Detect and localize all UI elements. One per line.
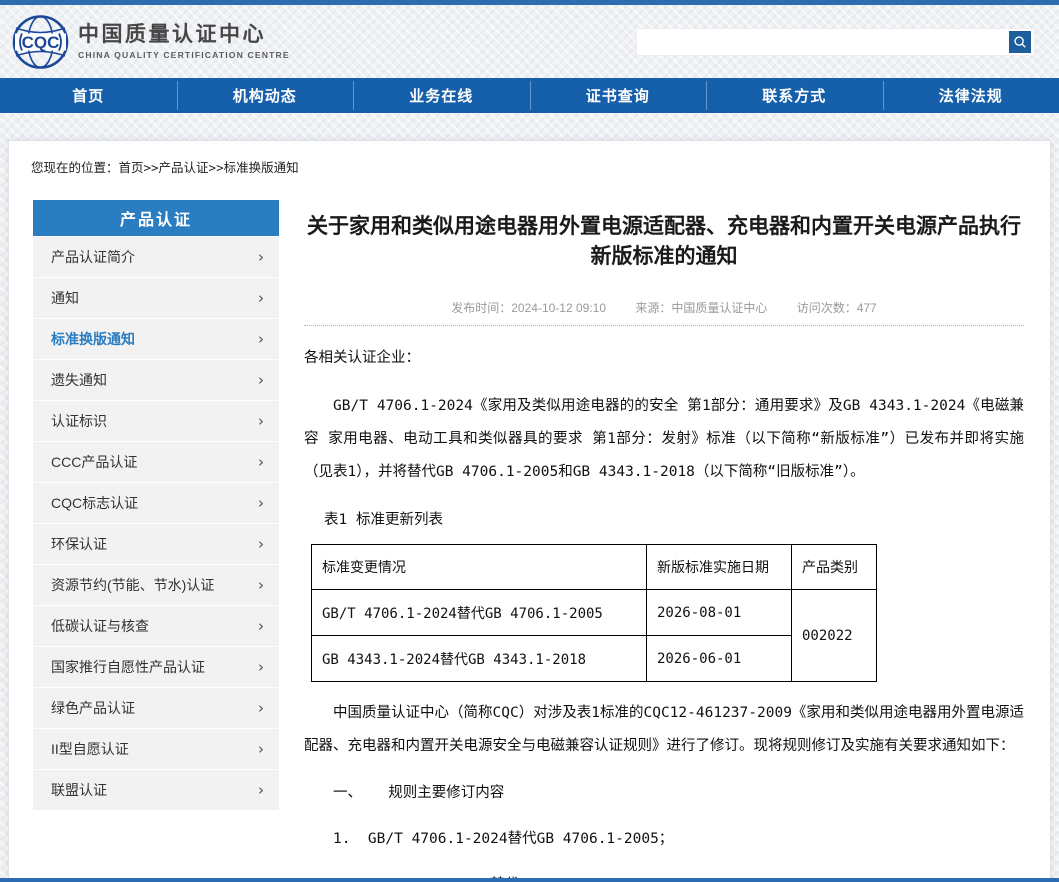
sidebar-item-cqc-mark-cert[interactable]: CQC标志认证› (33, 483, 279, 523)
source: 来源：中国质量认证中心 (635, 301, 767, 315)
sidebar-item-standard-change-notices[interactable]: 标准换版通知› (33, 319, 279, 359)
cell-category: 002022 (792, 590, 877, 682)
sidebar-item-type2-voluntary-cert[interactable]: II型自愿认证› (33, 729, 279, 769)
nav-item-certificate-query[interactable]: 证书查询 (530, 78, 707, 113)
chevron-right-icon: › (258, 248, 264, 266)
sidebar-item-green-product-cert[interactable]: 绿色产品认证› (33, 688, 279, 728)
sidebar-item-national-voluntary-cert[interactable]: 国家推行自愿性产品认证› (33, 647, 279, 687)
list-item-1: 1. GB/T 4706.1-2024替代GB 4706.1-2005； (304, 823, 1024, 856)
sidebar-item-environmental-cert[interactable]: 环保认证› (33, 524, 279, 564)
sidebar-item-resource-saving-cert[interactable]: 资源节约(节能、节水)认证› (33, 565, 279, 605)
table-header-row: 标准变更情况 新版标准实施日期 产品类别 (312, 545, 877, 590)
logo-title-en: CHINA QUALITY CERTIFICATION CENTRE (78, 50, 290, 60)
standard-update-table: 标准变更情况 新版标准实施日期 产品类别 GB/T 4706.1-2024替代G… (311, 544, 877, 682)
site-header: CQC 中国质量认证中心 CHINA QUALITY CERTIFICATION… (0, 5, 1059, 78)
sidebar-item-product-cert-intro[interactable]: 产品认证简介› (33, 237, 279, 277)
sidebar-item-loss-notices[interactable]: 遗失通知› (33, 360, 279, 400)
article: 关于家用和类似用途电器用外置电源适配器、充电器和内置开关电源产品执行新版标准的通… (279, 200, 1044, 882)
table-caption: 表1 标准更新列表 (324, 510, 1024, 530)
salutation: 各相关认证企业： (304, 342, 1024, 375)
nav-item-contact[interactable]: 联系方式 (706, 78, 883, 113)
content-columns: 产品认证 产品认证简介› 通知› 标准换版通知› 遗失通知› 认证标识› CCC… (9, 200, 1050, 882)
chevron-right-icon: › (258, 371, 264, 389)
sidebar-header: 产品认证 (33, 200, 279, 236)
logo-title-cn: 中国质量认证中心 (78, 23, 290, 47)
chevron-right-icon: › (258, 617, 264, 635)
sidebar-item-certification-marks[interactable]: 认证标识› (33, 401, 279, 441)
cell-change-2: GB 4343.1-2024替代GB 4343.1-2018 (312, 636, 647, 682)
article-title: 关于家用和类似用途电器用外置电源适配器、充电器和内置开关电源产品执行新版标准的通… (304, 212, 1024, 272)
chevron-right-icon: › (258, 699, 264, 717)
chevron-right-icon: › (258, 658, 264, 676)
chevron-right-icon: › (258, 494, 264, 512)
cqc-globe-icon: CQC (12, 15, 69, 69)
header-change: 标准变更情况 (312, 545, 647, 590)
chevron-right-icon: › (258, 576, 264, 594)
logo-text: 中国质量认证中心 CHINA QUALITY CERTIFICATION CEN… (78, 23, 290, 60)
nav-item-news[interactable]: 机构动态 (177, 78, 354, 113)
view-count: 访问次数：477 (797, 301, 877, 315)
breadcrumb[interactable]: 您现在的位置：首页>>产品认证>>标准换版通知 (9, 141, 1050, 176)
site-logo[interactable]: CQC 中国质量认证中心 CHINA QUALITY CERTIFICATION… (12, 15, 290, 69)
paragraph-1: GB/T 4706.1-2024《家用及类似用途电器的的安全 第1部分：通用要求… (304, 390, 1024, 489)
search-input[interactable] (637, 29, 1009, 55)
header-category: 产品类别 (792, 545, 877, 590)
footer-bar (0, 878, 1059, 882)
header-date: 新版标准实施日期 (647, 545, 792, 590)
table-row: GB/T 4706.1-2024替代GB 4706.1-2005 2026-08… (312, 590, 877, 636)
chevron-right-icon: › (258, 535, 264, 553)
chevron-right-icon: › (258, 740, 264, 758)
sidebar-item-low-carbon-cert[interactable]: 低碳认证与核查› (33, 606, 279, 646)
chevron-right-icon: › (258, 412, 264, 430)
search-button[interactable] (1009, 31, 1031, 53)
article-body: 各相关认证企业： GB/T 4706.1-2024《家用及类似用途电器的的安全 … (304, 342, 1024, 882)
chevron-right-icon: › (258, 453, 264, 471)
nav-item-home[interactable]: 首页 (0, 78, 177, 113)
cell-date-2: 2026-06-01 (647, 636, 792, 682)
nav-item-laws[interactable]: 法律法规 (883, 78, 1059, 113)
article-meta: 发布时间：2024-10-12 09:10 来源：中国质量认证中心 访问次数：4… (304, 299, 1024, 326)
search-box (636, 28, 1035, 56)
sidebar-item-ccc-cert[interactable]: CCC产品认证› (33, 442, 279, 482)
nav-item-online-business[interactable]: 业务在线 (353, 78, 530, 113)
svg-text:CQC: CQC (22, 33, 60, 52)
cell-date-1: 2026-08-01 (647, 590, 792, 636)
cell-change-1: GB/T 4706.1-2024替代GB 4706.1-2005 (312, 590, 647, 636)
sidebar-item-alliance-cert[interactable]: 联盟认证› (33, 770, 279, 810)
content-panel: 您现在的位置：首页>>产品认证>>标准换版通知 产品认证 产品认证简介› 通知›… (8, 140, 1051, 882)
sidebar: 产品认证 产品认证简介› 通知› 标准换版通知› 遗失通知› 认证标识› CCC… (33, 200, 279, 810)
chevron-right-icon: › (258, 781, 264, 799)
chevron-right-icon: › (258, 289, 264, 307)
paragraph-2: 中国质量认证中心（简称CQC）对涉及表1标准的CQC12-461237-2009… (304, 697, 1024, 763)
main-nav: 首页 机构动态 业务在线 证书查询 联系方式 法律法规 (0, 78, 1059, 113)
publish-time: 发布时间：2024-10-12 09:10 (451, 301, 606, 315)
section-heading: 一、 规则主要修订内容 (304, 777, 1024, 810)
search-icon (1013, 35, 1027, 49)
chevron-right-icon: › (258, 330, 264, 348)
sidebar-item-notices[interactable]: 通知› (33, 278, 279, 318)
